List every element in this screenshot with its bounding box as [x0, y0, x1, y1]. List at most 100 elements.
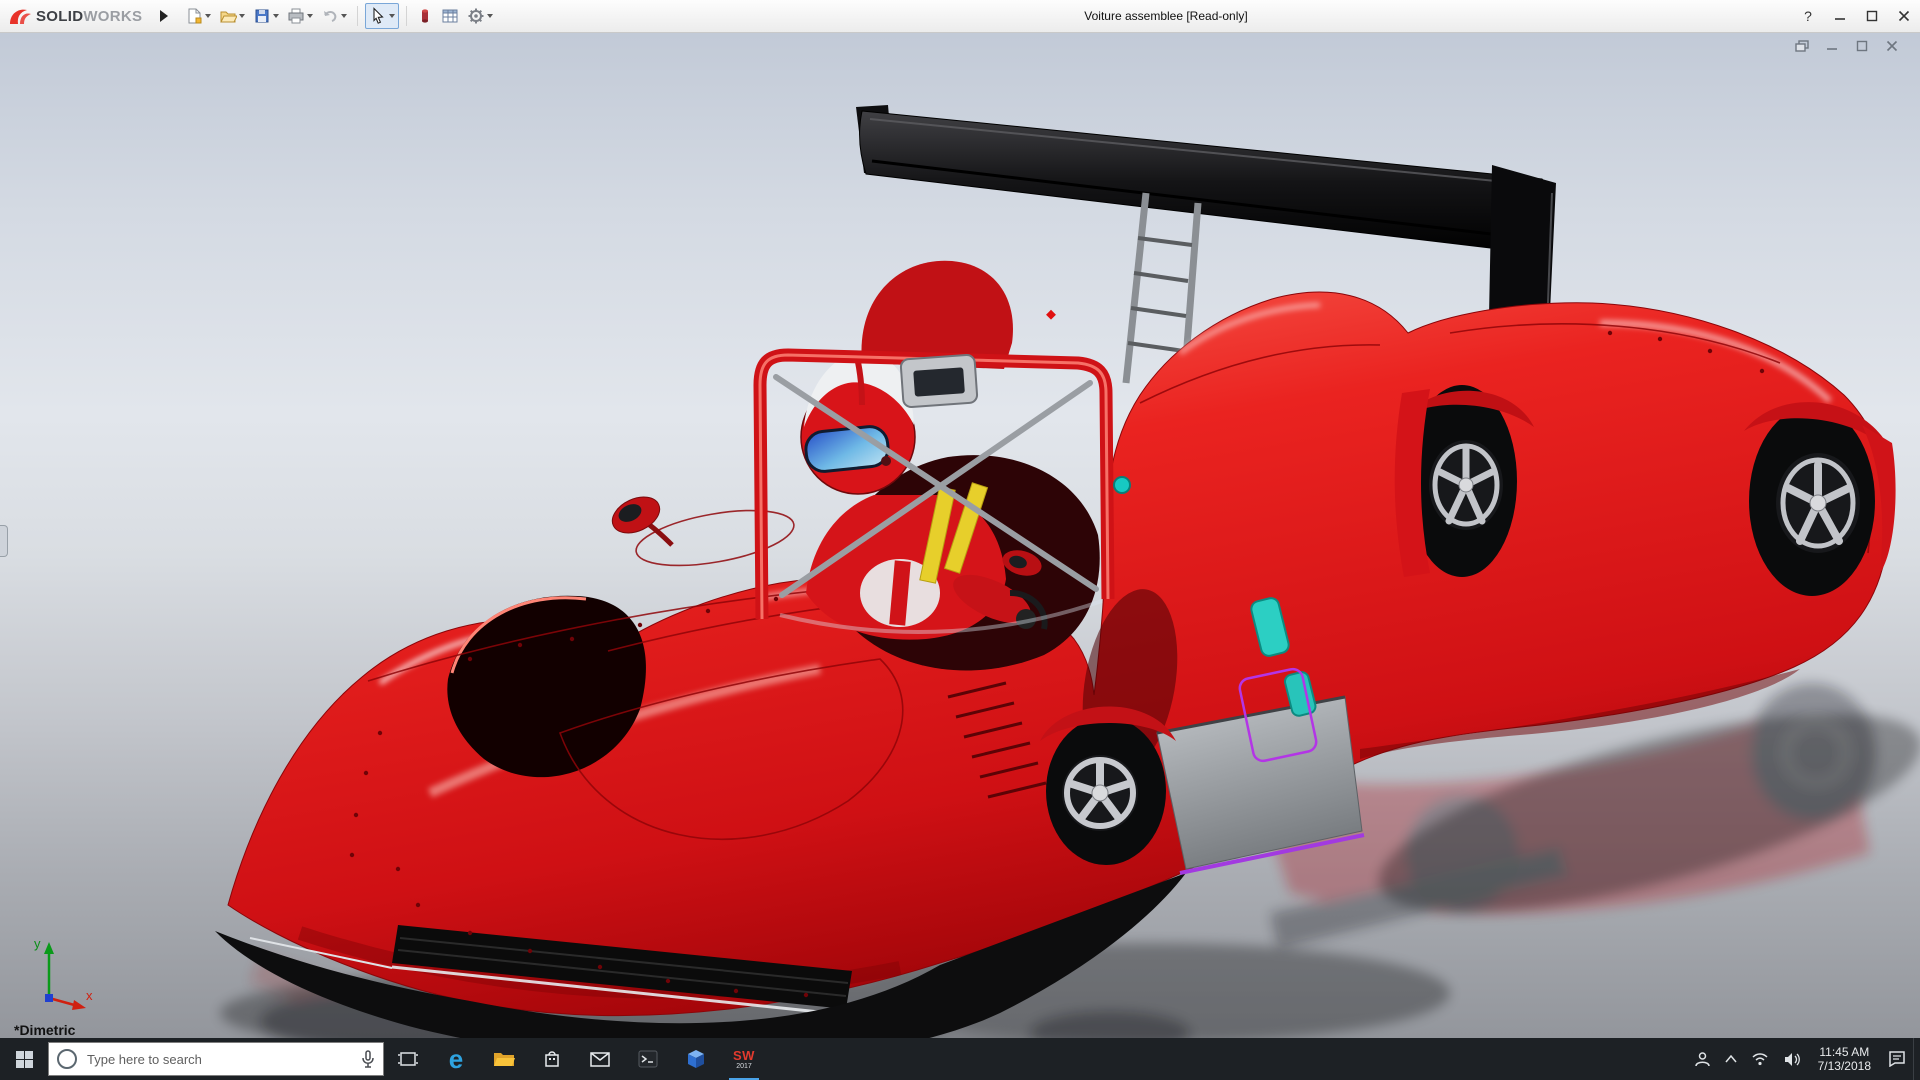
- title-bar: SOLIDWORKS: [0, 0, 1920, 33]
- solidworks-logo: SOLIDWORKS: [0, 6, 152, 26]
- taskbar-clock[interactable]: 11:45 AM 7/13/2018: [1808, 1045, 1881, 1073]
- volume-button[interactable]: [1776, 1038, 1808, 1080]
- dropdown-caret[interactable]: [487, 14, 493, 18]
- y-axis-label: y: [34, 936, 41, 951]
- network-button[interactable]: [1744, 1038, 1776, 1080]
- toolbar-separator: [406, 6, 407, 26]
- options-gear-icon: [467, 7, 485, 25]
- action-center-button[interactable]: [1881, 1038, 1913, 1080]
- new-document-button[interactable]: [182, 4, 214, 28]
- wing-plane: [860, 111, 1550, 254]
- print-button[interactable]: [284, 4, 316, 28]
- file-explorer-button[interactable]: [480, 1038, 528, 1080]
- solidworks-app-button[interactable]: SW 2017: [720, 1038, 768, 1080]
- panel-splitter-handle[interactable]: [0, 525, 8, 557]
- select-arrow-icon: [369, 7, 387, 25]
- dropdown-caret[interactable]: [341, 14, 347, 18]
- design-table-icon: [441, 7, 459, 25]
- cortana-ring-icon: [57, 1049, 77, 1069]
- volume-icon: [1783, 1052, 1801, 1067]
- doc-close-icon: [1886, 40, 1898, 52]
- dropdown-caret[interactable]: [273, 14, 279, 18]
- solidworks-app-icon: SW 2017: [733, 1049, 755, 1070]
- doc-close-button[interactable]: [1884, 39, 1900, 53]
- brand-light: WORKS: [83, 8, 142, 25]
- cascade-icon: [1795, 40, 1809, 52]
- microphone-icon[interactable]: [361, 1050, 375, 1068]
- graphics-viewport[interactable]: y x *Dimetric: [0, 33, 1920, 1038]
- file-explorer-icon: [493, 1050, 515, 1068]
- maximize-button[interactable]: [1856, 0, 1888, 32]
- menu-flyout-arrow[interactable]: [160, 10, 168, 22]
- appearance-button[interactable]: [414, 4, 436, 28]
- window-controls: ?: [1792, 0, 1920, 32]
- tray-overflow-button[interactable]: [1718, 1038, 1744, 1080]
- maximize-icon: [1866, 10, 1878, 22]
- start-button[interactable]: [0, 1038, 48, 1080]
- z-axis-marker: [45, 994, 53, 1002]
- close-button[interactable]: [1888, 0, 1920, 32]
- cube-app-button[interactable]: [672, 1038, 720, 1080]
- orientation-triad: y x: [16, 932, 100, 1016]
- network-icon: [1751, 1052, 1769, 1066]
- undo-button[interactable]: [318, 4, 350, 28]
- print-icon: [287, 7, 305, 25]
- undo-icon: [321, 7, 339, 25]
- doc-minimize-button[interactable]: [1824, 39, 1840, 53]
- clock-time: 11:45 AM: [1818, 1045, 1871, 1059]
- command-prompt-button[interactable]: [624, 1038, 672, 1080]
- teal-fitting: [1114, 477, 1130, 493]
- show-desktop-button[interactable]: [1913, 1038, 1920, 1080]
- windows-taskbar: e SW 2017: [0, 1038, 1920, 1080]
- edge-icon: e: [449, 1046, 463, 1072]
- document-window-controls: [1794, 39, 1900, 53]
- window-title: Voiture assemblee [Read-only]: [1084, 9, 1247, 23]
- minimize-button[interactable]: [1824, 0, 1856, 32]
- doc-cascade-button[interactable]: [1794, 39, 1810, 53]
- dropdown-caret[interactable]: [205, 14, 211, 18]
- people-button[interactable]: [1687, 1038, 1718, 1080]
- design-table-button[interactable]: [438, 4, 462, 28]
- view-orientation-label: *Dimetric: [14, 1022, 75, 1038]
- store-button[interactable]: [528, 1038, 576, 1080]
- x-axis-label: x: [86, 988, 93, 1003]
- y-axis-arrow: [44, 942, 54, 954]
- action-center-icon: [1888, 1051, 1906, 1067]
- start-icon: [16, 1051, 33, 1068]
- taskbar-search[interactable]: [48, 1042, 384, 1076]
- open-button[interactable]: [216, 4, 248, 28]
- rearview-mirror: [900, 354, 977, 407]
- task-view-icon: [398, 1051, 418, 1067]
- model-scene: [0, 33, 1920, 1038]
- appearance-cylinder-icon: [417, 7, 433, 25]
- people-icon: [1694, 1051, 1711, 1067]
- dassault-logo-icon: [8, 6, 32, 26]
- doc-restore-button[interactable]: [1854, 39, 1870, 53]
- command-prompt-icon: [638, 1050, 658, 1068]
- save-icon: [253, 7, 271, 25]
- sw-label: SW: [733, 1049, 755, 1062]
- help-glyph: ?: [1804, 8, 1812, 24]
- help-button[interactable]: ?: [1792, 0, 1824, 32]
- close-icon: [1898, 10, 1910, 22]
- search-input[interactable]: [85, 1051, 353, 1068]
- task-view-button[interactable]: [384, 1038, 432, 1080]
- chevron-up-icon: [1725, 1055, 1737, 1063]
- minimize-icon: [1834, 10, 1846, 22]
- helmet-visor: [804, 425, 890, 473]
- clock-date: 7/13/2018: [1818, 1059, 1871, 1073]
- edge-button[interactable]: e: [432, 1038, 480, 1080]
- options-button[interactable]: [464, 4, 496, 28]
- brand-text: SOLIDWORKS: [36, 8, 142, 25]
- doc-minimize-icon: [1826, 40, 1838, 52]
- open-icon: [219, 7, 237, 25]
- mail-button[interactable]: [576, 1038, 624, 1080]
- sw-year: 2017: [736, 1063, 752, 1070]
- dropdown-caret[interactable]: [389, 14, 395, 18]
- dropdown-caret[interactable]: [307, 14, 313, 18]
- standard-toolbar: [182, 3, 496, 29]
- select-tool-button[interactable]: [365, 3, 399, 29]
- dropdown-caret[interactable]: [239, 14, 245, 18]
- cube-app-icon: [686, 1049, 706, 1069]
- save-button[interactable]: [250, 4, 282, 28]
